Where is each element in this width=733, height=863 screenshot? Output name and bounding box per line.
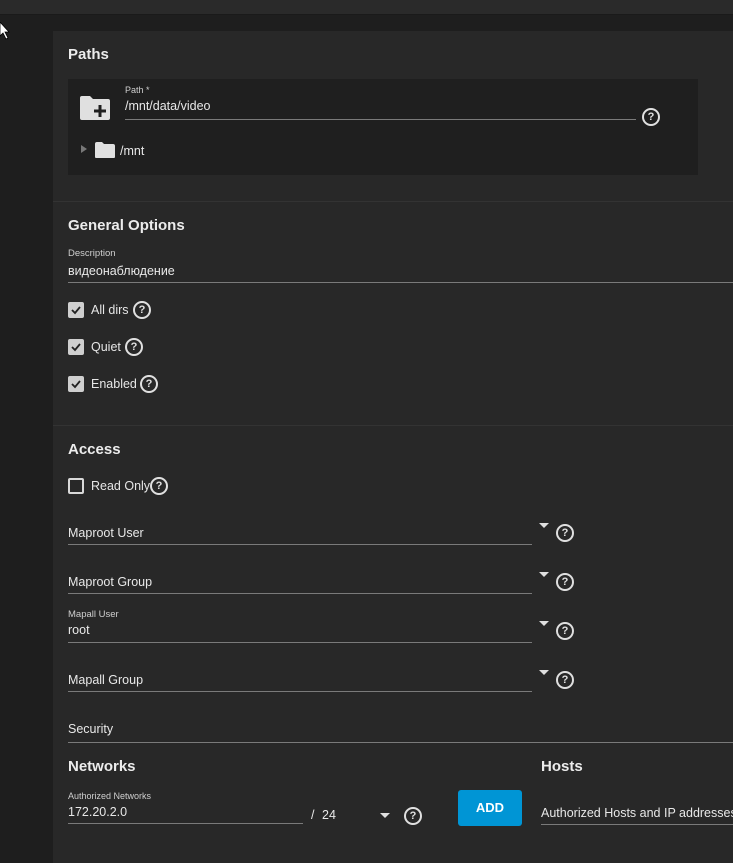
netmask-separator: / [311, 808, 315, 822]
help-icon[interactable]: ? [140, 375, 158, 393]
all-dirs-checkbox[interactable] [68, 302, 84, 318]
path-underline [125, 119, 636, 120]
maproot-user-select[interactable]: Maproot User [68, 526, 144, 540]
hosts-input[interactable]: Authorized Hosts and IP addresses [541, 806, 733, 820]
authorized-networks-label: Authorized Networks [68, 791, 152, 801]
access-title: Access [68, 441, 121, 458]
divider [53, 425, 733, 426]
description-label: Description [68, 248, 116, 259]
help-icon[interactable]: ? [404, 807, 422, 825]
quiet-checkbox[interactable] [68, 339, 84, 355]
maproot-group-underline [68, 593, 532, 594]
add-network-button[interactable]: ADD [458, 790, 522, 826]
top-bar [0, 0, 733, 15]
quiet-label: Quiet [91, 340, 121, 354]
mapall-user-underline [68, 642, 532, 643]
chevron-down-icon[interactable] [380, 813, 390, 818]
networks-title: Networks [68, 758, 136, 775]
folder-icon [95, 142, 115, 158]
security-select[interactable]: Security [68, 722, 113, 736]
tree-node-mnt[interactable]: /mnt [120, 144, 144, 158]
path-label: Path * [125, 85, 150, 95]
enabled-checkbox[interactable] [68, 376, 84, 392]
help-icon[interactable]: ? [556, 622, 574, 640]
maproot-user-underline [68, 544, 532, 545]
read-only-checkbox[interactable] [68, 478, 84, 494]
help-icon[interactable]: ? [556, 573, 574, 591]
mouse-cursor-icon [0, 22, 10, 40]
path-input[interactable]: /mnt/data/video [125, 99, 210, 113]
mapall-user-select[interactable]: root [68, 623, 90, 637]
help-icon[interactable]: ? [125, 338, 143, 356]
netmask-select[interactable]: 24 [322, 808, 336, 822]
maproot-group-select[interactable]: Maproot Group [68, 575, 152, 589]
expand-arrow-icon[interactable] [81, 145, 87, 153]
chevron-down-icon[interactable] [539, 523, 549, 528]
security-underline [68, 742, 733, 743]
divider [53, 201, 733, 202]
help-icon[interactable]: ? [642, 108, 660, 126]
paths-title: Paths [68, 46, 109, 63]
chevron-down-icon[interactable] [539, 621, 549, 626]
folder-plus-icon[interactable] [79, 95, 111, 121]
mapall-group-underline [68, 691, 532, 692]
hosts-underline [541, 824, 733, 825]
description-input[interactable]: видеонаблюдение [68, 264, 175, 278]
network-underline [68, 823, 303, 824]
read-only-label: Read Only [91, 479, 151, 493]
description-underline [68, 282, 733, 283]
help-icon[interactable]: ? [150, 477, 168, 495]
help-icon[interactable]: ? [133, 301, 151, 319]
nfs-share-form: Paths Path * /mnt/data/video ? /mnt Gene… [53, 31, 733, 863]
help-icon[interactable]: ? [556, 671, 574, 689]
general-options-title: General Options [68, 217, 185, 234]
network-input[interactable]: 172.20.2.0 [68, 805, 127, 819]
help-icon[interactable]: ? [556, 524, 574, 542]
mapall-group-select[interactable]: Mapall Group [68, 673, 143, 687]
hosts-title: Hosts [541, 758, 583, 775]
chevron-down-icon[interactable] [539, 572, 549, 577]
chevron-down-icon[interactable] [539, 670, 549, 675]
all-dirs-label: All dirs [91, 303, 129, 317]
enabled-label: Enabled [91, 377, 137, 391]
mapall-user-label: Mapall User [68, 609, 119, 620]
path-box: Path * /mnt/data/video ? /mnt [68, 79, 698, 175]
